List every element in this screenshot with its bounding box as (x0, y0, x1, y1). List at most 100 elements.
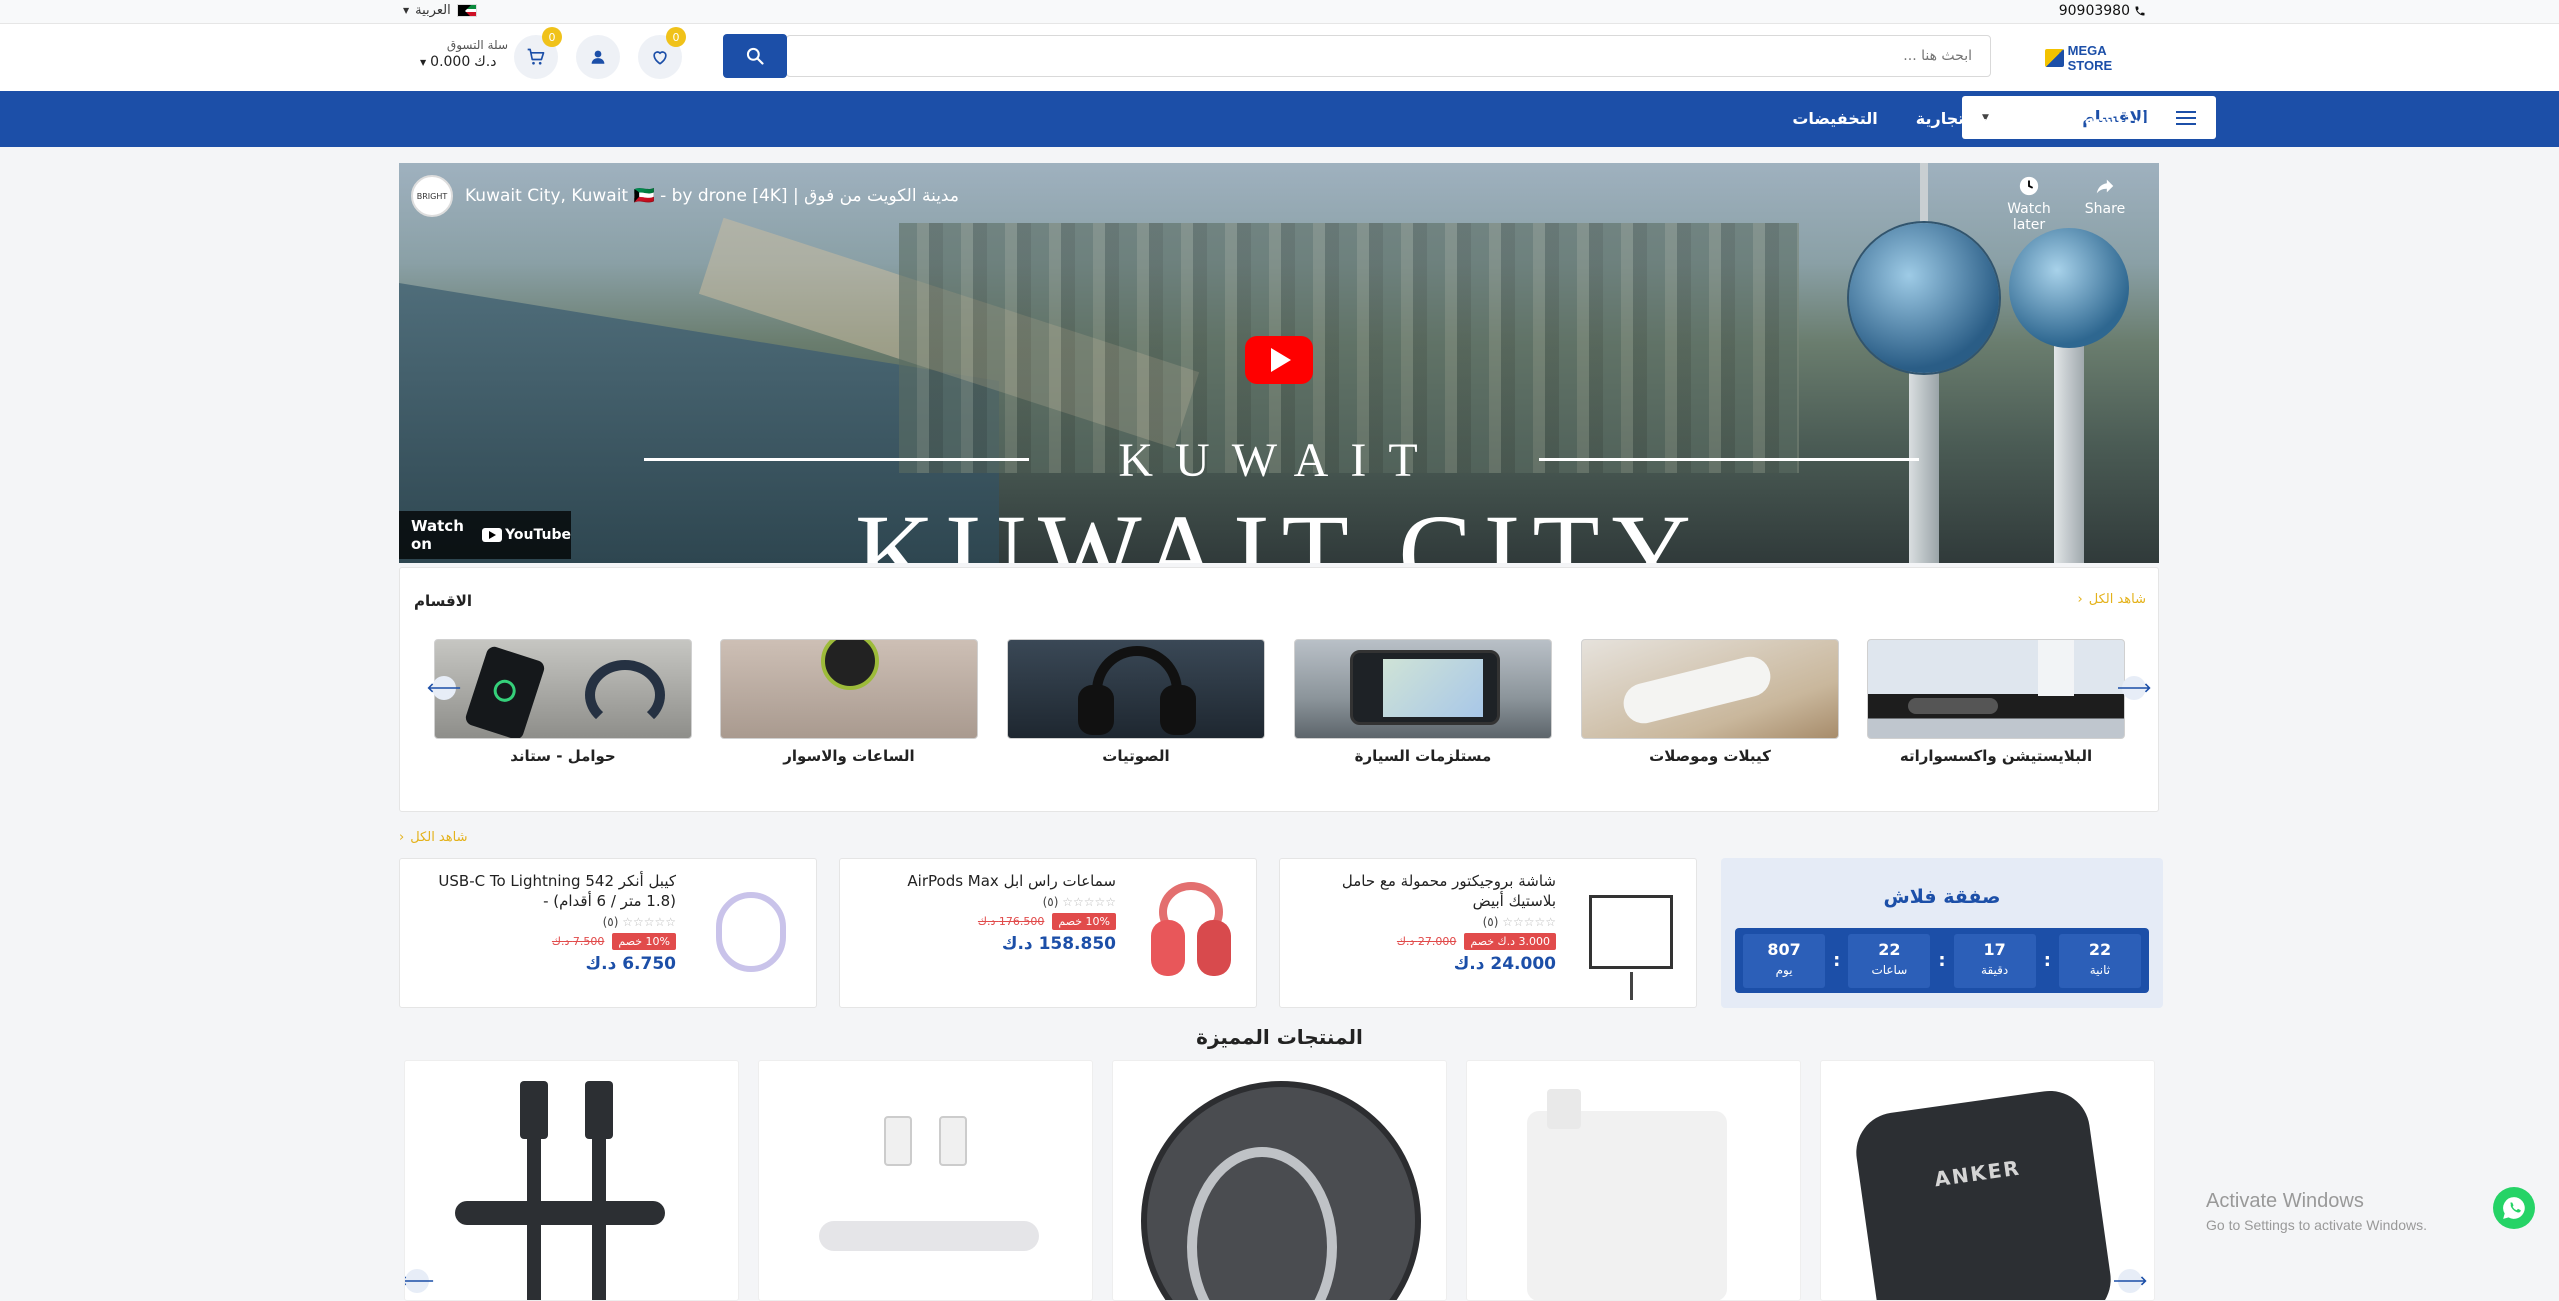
channel-avatar[interactable]: BRIGHT (411, 175, 453, 217)
flash-deal-box: صفقة فلاش 22 ثانية : 17 دقيقة : 22 ساعات : … (1721, 858, 2163, 1008)
youtube-text: YouTube (505, 527, 571, 543)
wishlist-button[interactable]: 0 (638, 27, 686, 79)
headphone-band (585, 660, 665, 730)
view-all-categories-link[interactable]: شاهد الكل ‹ (2078, 592, 2146, 607)
product-name[interactable]: شاشة بروجيكتور محمولة مع حامل بلاستيك أب… (1291, 871, 1556, 911)
featured-product-card[interactable] (758, 1060, 1093, 1301)
whatsapp-button[interactable] (2493, 1187, 2535, 1229)
flash-product-card[interactable]: سماعات راس ابل AirPods Max ☆☆☆☆☆ (٥) 10%… (839, 858, 1257, 1008)
featured-product-card[interactable]: 🡐 (404, 1060, 739, 1301)
share-label: Share (2084, 201, 2126, 217)
activation-subtitle: Go to Settings to activate Windows. (2206, 1217, 2427, 1233)
nav-link-sales[interactable]: التخفيضات (1792, 109, 1877, 128)
featured-next-button[interactable]: 🡒 (2113, 1269, 2147, 1293)
arrow-right-icon: 🡒 (2112, 1274, 2148, 1289)
product-info: كيبل أنكر 542 USB-C To Lightning (1.8 مت… (411, 871, 676, 974)
logo[interactable]: MEGA STORE (2045, 43, 2141, 73)
audio-category-image (1007, 639, 1265, 739)
category-label: حوامل - ستاند (510, 747, 616, 765)
rating-count: (٥) (1042, 895, 1059, 909)
ear-cup (1197, 920, 1231, 976)
phone-mount (1350, 650, 1500, 725)
timer-hours: 22 ساعات (1848, 933, 1931, 988)
flash-product-card[interactable]: كيبل أنكر 542 USB-C To Lightning (1.8 مت… (399, 858, 817, 1008)
old-price: 27.000 د.ك (1396, 935, 1457, 948)
price-row: 3.000 د.ك خصم 27.000 د.ك (1291, 933, 1556, 950)
category-card[interactable]: كيبلات وموصلات (1581, 639, 1839, 765)
cable-tie (455, 1201, 665, 1225)
category-card[interactable]: البلايستيشن واكسسواراته (1867, 639, 2125, 765)
categories-section: الاقسام شاهد الكل ‹ البلايستيشن واكسسوار… (399, 567, 2159, 812)
timer-value: 22 (1878, 939, 1901, 959)
console-base (1908, 698, 1998, 714)
flash-product-card[interactable]: شاشة بروجيكتور محمولة مع حامل بلاستيك أب… (1279, 858, 1697, 1008)
headphone-cup (1078, 685, 1114, 735)
category-card[interactable]: الساعات والاسوار (720, 639, 978, 765)
search-input[interactable] (787, 36, 1990, 76)
chevron-down-icon: ▼ (420, 57, 427, 67)
video-overlay-title: KUWAIT CITY (855, 492, 1703, 563)
video-title[interactable]: Kuwait City, Kuwait 🇰🇼 - by drone [4K] |… (465, 186, 959, 206)
logo-text: MEGA STORE (2067, 43, 2113, 73)
chevron-down-icon: ▼ (403, 6, 410, 15)
windows-activation-watermark: Activate Windows Go to Settings to activ… (2206, 1190, 2427, 1233)
cart-button[interactable]: 0 (514, 27, 562, 79)
charging-icon (490, 676, 519, 705)
cables-category-image (1581, 639, 1839, 739)
youtube-video-embed[interactable]: KUWAIT KUWAIT CITY BRIGHT Kuwait City, K… (399, 163, 2159, 563)
timer-separator: : (1938, 950, 1946, 971)
nav-link-home[interactable]: الرئيسيه (2085, 109, 2152, 128)
youtube-play-icon (482, 528, 503, 542)
share-icon (2096, 179, 2114, 194)
view-all-flash-link[interactable]: شاهد الكل ‹ (399, 830, 467, 845)
cart-summary[interactable]: سلة التسوق د.ك 0.000 ▼ (420, 38, 508, 70)
product-name[interactable]: سماعات راس ابل AirPods Max (851, 871, 1116, 891)
category-card[interactable]: حوامل - ستاند (434, 639, 692, 765)
search-button[interactable] (723, 34, 787, 78)
category-label: الصوتيات (1102, 747, 1170, 765)
logo-mark-icon (2045, 49, 2064, 67)
featured-prev-button[interactable]: 🡐 (405, 1269, 434, 1293)
featured-product-card[interactable] (1112, 1060, 1447, 1301)
flash-deal-title: صفقة فلاش (1883, 886, 2001, 908)
product-name[interactable]: كيبل أنكر 542 USB-C To Lightning (1.8 مت… (411, 871, 676, 911)
watch-on-youtube-button[interactable]: Watch on YouTube (399, 511, 571, 559)
category-card[interactable]: الصوتيات (1007, 639, 1265, 765)
product-image (1136, 877, 1246, 987)
account-button[interactable] (576, 35, 620, 79)
category-card[interactable]: مستلزمات السيارة (1294, 639, 1552, 765)
timer-unit: ثانية (2089, 962, 2111, 977)
old-price: 176.500 د.ك (977, 915, 1045, 928)
video-title-bar[interactable]: BRIGHT Kuwait City, Kuwait 🇰🇼 - by drone… (411, 175, 959, 217)
video-overlay-text: KUWAIT (1118, 434, 1440, 487)
old-price: 7.500 د.ك (551, 935, 605, 948)
usb-c-connector (884, 1116, 912, 1166)
language-switcher[interactable]: ▼ العربية (403, 3, 477, 18)
nav-link-brands[interactable]: العلامات التجارية (1916, 109, 2047, 128)
category-label: كيبلات وموصلات (1649, 747, 1771, 765)
projector-screen-shape (1589, 895, 1673, 1000)
play-button[interactable] (1245, 336, 1313, 384)
map-screen (1383, 659, 1483, 717)
anker-logo-text: ANKER (1932, 1155, 2023, 1192)
menu-icon (2176, 110, 2196, 125)
share-button[interactable]: Share (2077, 175, 2133, 217)
featured-product-card[interactable]: ANKER 🡒 (1820, 1060, 2155, 1301)
watch-later-button[interactable]: Watch later (1994, 175, 2064, 233)
search-icon (746, 47, 764, 65)
wishlist-count-badge: 0 (666, 27, 686, 47)
chevron-left-icon: ‹ (399, 830, 405, 845)
airpods-max-shape (1151, 882, 1231, 982)
featured-product-card[interactable] (1466, 1060, 1801, 1301)
price-row: 10% خصم 7.500 د.ك (411, 933, 676, 950)
star-rating: ☆☆☆☆☆ (٥) (602, 915, 676, 929)
product-info: سماعات راس ابل AirPods Max ☆☆☆☆☆ (٥) 10%… (851, 871, 1116, 954)
rating-count: (٥) (1482, 915, 1499, 929)
phone-number[interactable]: 90903980 (2059, 3, 2146, 19)
category-next-button[interactable]: 🡒 (2117, 676, 2151, 700)
ear-cup (1151, 920, 1185, 976)
search-box (786, 35, 1991, 77)
category-prev-button[interactable]: 🡐 (427, 676, 461, 700)
whatsapp-icon (2503, 1197, 2525, 1219)
timer-unit: دقيقة (1981, 962, 2009, 977)
